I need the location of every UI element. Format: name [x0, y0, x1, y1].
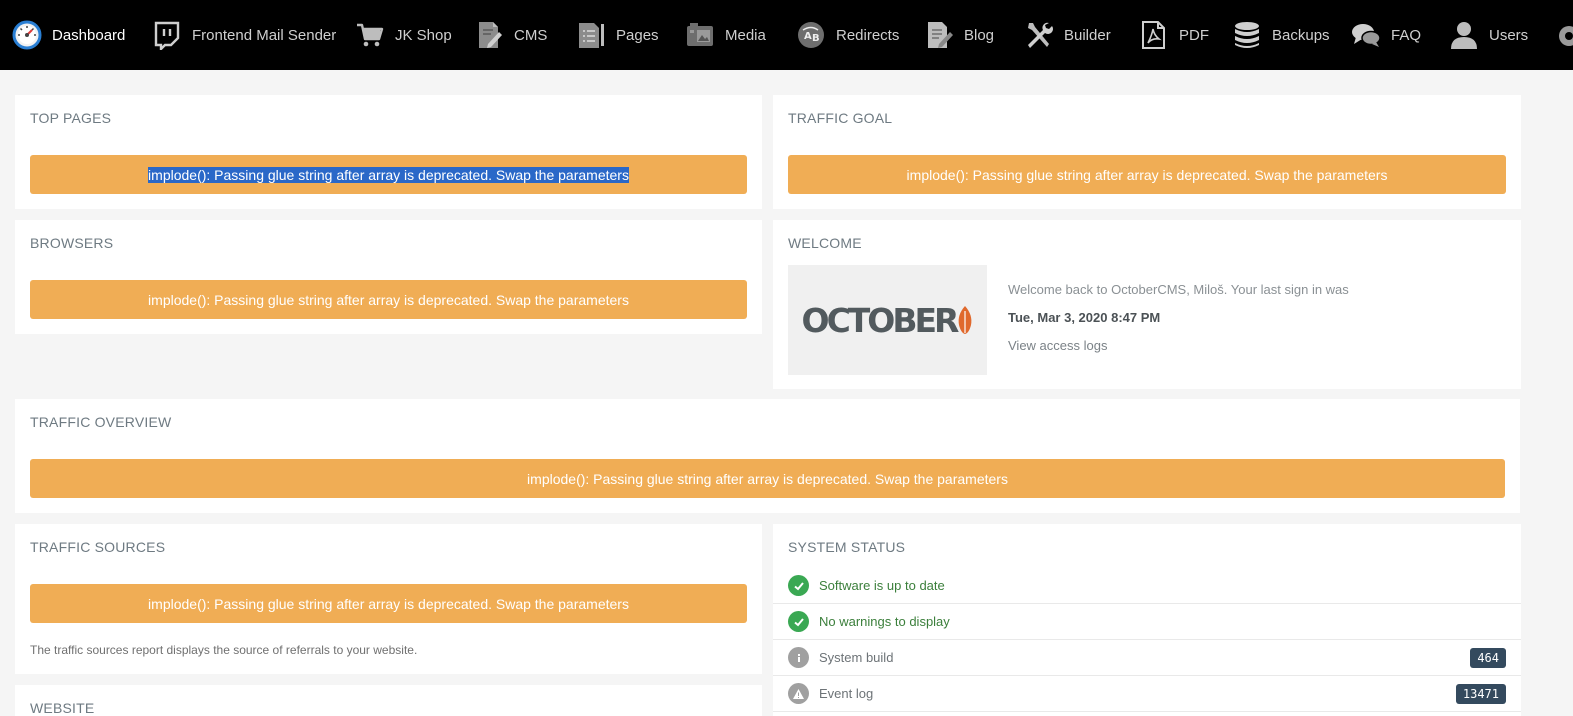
widget-title: Welcome [788, 235, 862, 251]
widget-traffic-goal: Traffic Goal implode(): Passing glue str… [773, 95, 1521, 209]
widget-traffic-sources: Traffic Sources implode(): Passing glue … [15, 524, 762, 674]
chat-icon [1352, 24, 1381, 47]
system-build-badge[interactable]: 464 [1470, 648, 1506, 668]
nav-item-more[interactable] [1554, 0, 1573, 70]
cog-icon [1559, 26, 1573, 46]
cart-icon [357, 23, 384, 47]
twitch-icon [154, 21, 180, 50]
database-icon [1235, 22, 1259, 48]
widget-title: Browsers [30, 235, 114, 251]
view-access-logs-link[interactable]: View access logs [1008, 338, 1107, 353]
widget-traffic-overview: Traffic Overview implode(): Passing glue… [15, 399, 1520, 513]
blog-icon [928, 22, 953, 48]
error-alert: implode(): Passing glue string after arr… [788, 155, 1506, 194]
nav-item-dashboard[interactable]: Dashboard [12, 0, 125, 70]
redirects-icon: A B [798, 22, 824, 48]
svg-text:B: B [812, 33, 820, 44]
error-alert: implode(): Passing glue string after arr… [30, 584, 747, 623]
october-logo: OCTOBER [788, 265, 987, 375]
nav-label: Media [725, 26, 766, 44]
widget-title: Traffic Goal [788, 110, 893, 126]
error-message: implode(): Passing glue string after arr… [148, 166, 629, 183]
welcome-message: Welcome back to OctoberCMS, Miloš. Your … [1008, 282, 1349, 297]
widget-website: Website [15, 685, 762, 716]
nav-item-pdf[interactable]: PDF [1139, 0, 1209, 70]
warning-icon [788, 683, 809, 704]
nav-item-builder[interactable]: Builder [1024, 0, 1111, 70]
widget-title: Traffic Overview [30, 414, 172, 430]
event-log-badge[interactable]: 13471 [1455, 684, 1506, 704]
leaf-icon [959, 306, 972, 334]
info-icon [788, 647, 809, 668]
status-row-warnings[interactable]: No warnings to display [773, 604, 1521, 640]
nav-label: CMS [514, 26, 548, 44]
nav-item-jk-shop[interactable]: JK Shop [355, 0, 452, 70]
error-alert: implode(): Passing glue string after arr… [30, 155, 747, 194]
traffic-sources-note: The traffic sources report displays the … [30, 643, 418, 657]
nav-label: Dashboard [52, 26, 126, 44]
check-circle-icon [788, 611, 809, 632]
nav-label: Pages [616, 26, 659, 44]
widget-title: System Status [788, 539, 906, 555]
status-label: No warnings to display [819, 614, 950, 629]
nav-label: JK Shop [395, 26, 452, 44]
error-message: implode(): Passing glue string after arr… [148, 595, 629, 612]
nav-label: Users [1489, 26, 1529, 44]
tools-icon [1028, 22, 1053, 48]
last-sign-in-date: Tue, Mar 3, 2020 8:47 PM [1008, 310, 1161, 325]
nav-item-blog[interactable]: Blog [924, 0, 994, 70]
pdf-icon [1142, 21, 1165, 49]
nav-item-media[interactable]: Media [685, 0, 766, 70]
error-message: implode(): Passing glue string after arr… [527, 470, 1008, 487]
widget-top-pages: Top Pages implode(): Passing glue string… [15, 95, 762, 209]
widget-title: Traffic Sources [30, 539, 166, 555]
error-alert: implode(): Passing glue string after arr… [30, 459, 1505, 498]
widget-welcome: Welcome OCTOBER Welcome back to OctoberC… [773, 220, 1521, 389]
nav-item-faq[interactable]: FAQ [1351, 0, 1421, 70]
nav-label: Frontend Mail Sender [192, 26, 337, 44]
error-message: implode(): Passing glue string after arr… [906, 166, 1388, 183]
nav-label: FAQ [1391, 26, 1422, 44]
widget-title: Top Pages [30, 110, 112, 126]
check-circle-icon [788, 575, 809, 596]
nav-label: Backups [1272, 26, 1330, 44]
nav-item-frontend-mail-sender[interactable]: Frontend Mail Sender [152, 0, 336, 70]
widget-system-status: System Status Software is up to date No … [773, 524, 1521, 716]
error-alert: implode(): Passing glue string after arr… [30, 280, 747, 319]
speedometer-icon [12, 20, 42, 50]
nav-item-cms[interactable]: CMS [474, 0, 547, 70]
error-message: implode(): Passing glue string after arr… [148, 291, 629, 308]
widget-title: Website [30, 700, 95, 716]
status-label: System build [819, 650, 894, 665]
widget-browsers: Browsers implode(): Passing glue string … [15, 220, 762, 334]
status-row-software-update[interactable]: Software is up to date [773, 568, 1521, 604]
nav-label: Redirects [836, 26, 900, 44]
nav-item-pages[interactable]: Pages [576, 0, 659, 70]
logo-wordmark: OCTOBER [802, 301, 974, 340]
status-label: Software is up to date [819, 578, 945, 593]
logo-text: OCTOBER [801, 300, 960, 340]
nav-item-users[interactable]: Users [1449, 0, 1528, 70]
document-pencil-icon [479, 22, 502, 48]
status-label: Event log [819, 686, 874, 701]
status-row-event-log[interactable]: Event log 13471 [773, 676, 1521, 712]
media-icon [687, 23, 713, 46]
nav-label: Blog [964, 26, 995, 44]
svg-text:A: A [804, 31, 812, 42]
nav-label: PDF [1179, 26, 1209, 44]
nav-item-redirects[interactable]: A B Redirects [796, 0, 899, 70]
user-icon [1451, 22, 1477, 49]
nav-item-backups[interactable]: Backups [1232, 0, 1330, 70]
nav-label: Builder [1064, 26, 1111, 44]
status-row-system-build[interactable]: System build 464 [773, 640, 1521, 676]
main-navigation: Dashboard Frontend Mail Sender JK Shop C… [0, 0, 1573, 70]
pages-icon [579, 23, 604, 48]
